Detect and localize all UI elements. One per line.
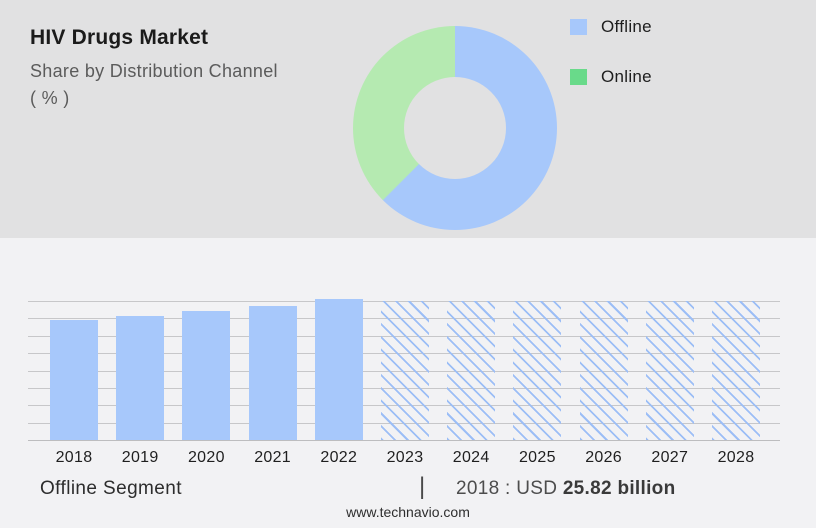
x-axis-label-2023: 2023 [386, 449, 424, 466]
x-axis-label-2022: 2022 [320, 449, 358, 466]
bar-2028-forecast [712, 301, 760, 440]
legend-label-online: Online [601, 67, 652, 86]
x-axis-baseline [28, 440, 780, 441]
donut-hole [404, 77, 506, 179]
bar-2019 [116, 316, 165, 440]
bottom-section: 2018 2019 2020 2021 2022 2023 2024 2025 2026 2027… [0, 238, 816, 528]
subtitle-line-1: Share by Distribution Channel [30, 61, 278, 81]
bar-2023-forecast [381, 301, 429, 440]
infographic-root: HIV Drugs Market Share by Distribution C… [0, 0, 816, 528]
bar-2021 [248, 306, 297, 440]
bar-2027-forecast [645, 301, 694, 440]
annotation-value: 25.82 billion [562, 478, 676, 499]
x-axis-label-2028: 2028 [717, 449, 755, 466]
legend-item-offline: Offline [570, 16, 652, 38]
x-axis-label-2019: 2019 [121, 449, 159, 466]
legend-label-offline: Offline [601, 17, 652, 36]
page-subtitle: Share by Distribution Channel ( % ) [30, 58, 340, 112]
x-axis-label-2018: 2018 [55, 449, 93, 466]
chart-legend: Offline Online [570, 16, 652, 116]
x-axis-label-2027: 2027 [651, 449, 689, 466]
x-axis-label-2026: 2026 [585, 449, 622, 466]
top-section: HIV Drugs Market Share by Distribution C… [0, 0, 816, 238]
value-annotation: 2018 : USD 25.82 billion [456, 478, 675, 500]
subtitle-line-2: ( % ) [30, 88, 70, 108]
bar-chart-plot: 2018 2019 2020 2021 2022 2023 2024 2025 2026 2027… [28, 299, 780, 466]
online-swatch-icon [570, 69, 587, 85]
donut-chart [353, 26, 557, 230]
bar-2025-forecast [513, 301, 562, 440]
bar-2024-forecast [447, 301, 496, 440]
footer-url: www.technavio.com [346, 504, 470, 520]
annotation-prefix: 2018 : USD [456, 478, 563, 499]
bar-2022 [314, 299, 363, 440]
bar-2026-forecast [579, 301, 628, 440]
x-axis-label-2025: 2025 [518, 449, 556, 466]
x-axis-label-2024: 2024 [452, 449, 490, 466]
title-block: HIV Drugs Market Share by Distribution C… [30, 26, 340, 112]
bar-2020 [182, 311, 231, 440]
x-axis-label-2020: 2020 [187, 449, 225, 466]
segment-caption: Offline Segment [40, 478, 182, 499]
caption-separator: | [419, 473, 426, 500]
page-title: HIV Drugs Market [30, 26, 209, 49]
bar-2018 [50, 320, 98, 440]
x-axis-label-2021: 2021 [254, 449, 291, 466]
legend-item-online: Online [570, 66, 652, 88]
offline-swatch-icon [570, 19, 587, 35]
